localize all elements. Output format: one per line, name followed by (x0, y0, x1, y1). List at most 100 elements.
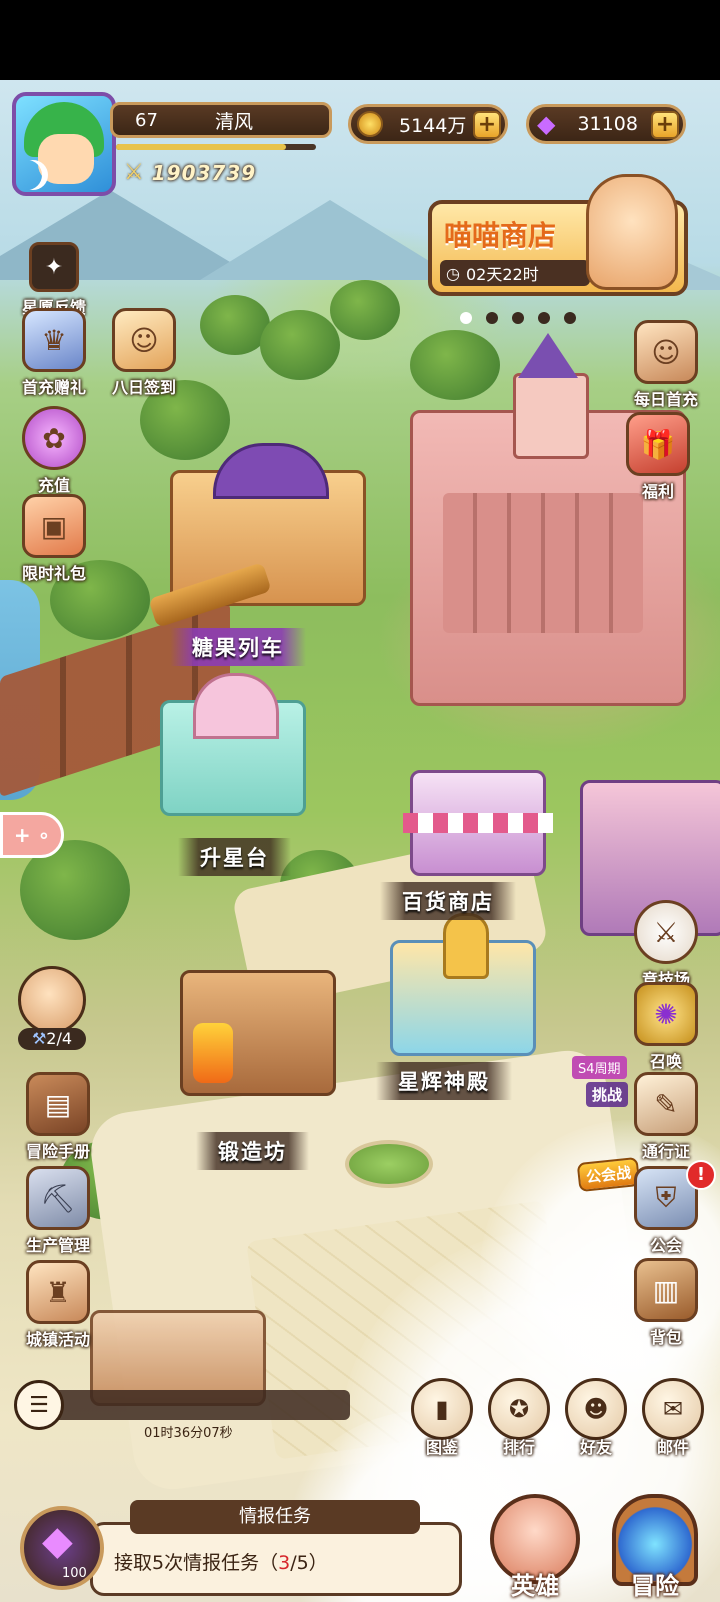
power-value: 1903739 (151, 160, 257, 185)
page-dot[interactable] (538, 312, 550, 324)
production-management-button[interactable]: ⛏ 生产管理 (8, 1166, 108, 1256)
shop-timer: 02天22时 (465, 265, 539, 284)
adventure-label: 冒险 (631, 1572, 679, 1600)
chat-bar-track (44, 1390, 350, 1420)
ranking-medal-icon: ✪ (488, 1378, 550, 1440)
gold-currency: 5144万 + (348, 104, 508, 144)
town-activity-button[interactable]: ♜ 城镇活动 (8, 1260, 108, 1350)
star-card-icon: ✦ (29, 242, 79, 292)
forge-label[interactable]: 锻造坊 (196, 1132, 309, 1170)
player-info-bar: 67 清风 (110, 102, 332, 138)
quest-current: 3 (278, 1552, 291, 1574)
temple-statue (443, 913, 489, 979)
recharge-gems-icon: ✿ (22, 406, 86, 470)
hero-progress-badge: ⚒2/4 (18, 1028, 86, 1050)
gold-coin-icon (357, 111, 383, 137)
arena-button[interactable]: ⚔ 竞技场 (616, 900, 716, 990)
add-gems-button[interactable]: + (651, 111, 679, 139)
gamepad-button[interactable]: + ∘ (0, 812, 64, 858)
chat-bubble-icon: ☰ (29, 1392, 49, 1418)
player-name: 清风 (215, 110, 254, 133)
platform-arch (193, 673, 279, 739)
shovel-icon: ⛏ (26, 1166, 90, 1230)
reward-count: 100 (62, 1566, 87, 1581)
quest-reward[interactable]: ◆ 100 (20, 1506, 104, 1590)
castle-roof (518, 333, 578, 378)
daily-first-recharge-button[interactable]: ☺ 每日首充 (616, 320, 716, 410)
heroes-label: 英雄 (511, 1572, 559, 1600)
adventure-button[interactable]: 冒险 (600, 1494, 710, 1600)
battle-pass-button[interactable]: ✎ 通行证 (616, 1072, 716, 1162)
first-recharge-gift-button[interactable]: ♛ 首充赠礼 (4, 308, 104, 398)
star-temple-label[interactable]: 星辉神殿 (376, 1062, 512, 1100)
daily-recharge-icon: ☺ (634, 320, 698, 384)
star-wish-feedback-button[interactable]: ✦ 星愿反馈 (4, 242, 104, 318)
page-dot[interactable] (512, 312, 524, 324)
chat-timer: 01时36分07秒 (144, 1426, 233, 1441)
chat-bar[interactable]: ☰ 01时36分07秒 (14, 1380, 350, 1441)
friends-icon: ☻ (565, 1378, 627, 1440)
hammer-icon: ⚒ (31, 1029, 47, 1048)
quest-text: 接取5次情报任务（3/5） (114, 1552, 328, 1574)
crossed-swords-icon: ⚔ (124, 160, 144, 185)
player-level: 67 (135, 109, 158, 131)
avatar-moon-icon (18, 160, 48, 190)
star-platform-label[interactable]: 升星台 (178, 838, 291, 876)
exp-bar-fill (116, 144, 286, 150)
fountain (345, 1140, 433, 1188)
guild-alert-badge: ! (686, 1160, 716, 1190)
chat-button[interactable]: ☰ (14, 1380, 64, 1430)
codex-icon: ▮ (411, 1378, 473, 1440)
add-gold-button[interactable]: + (473, 111, 501, 139)
gamepad-icon: + ∘ (13, 823, 51, 847)
department-store-label[interactable]: 百货商店 (380, 882, 516, 920)
forge[interactable] (180, 970, 336, 1096)
store-awning (403, 813, 553, 833)
shop-title: 喵喵商店 (444, 219, 557, 252)
meow-shop-banner[interactable]: 喵喵商店 ◷ 02天22时 (428, 174, 688, 296)
player-avatar[interactable] (12, 92, 116, 196)
first-recharge-icon: ♛ (22, 308, 86, 372)
mail-button[interactable]: ✉ 邮件 (641, 1378, 705, 1458)
pass-scroll-icon: ✎ (634, 1072, 698, 1136)
town-tower-icon: ♜ (26, 1260, 90, 1324)
department-store[interactable] (403, 770, 553, 876)
crossed-swords-icon: ⚔ (634, 900, 698, 964)
gem-amount: 31108 (577, 113, 638, 135)
eight-day-signin-button[interactable]: ☺ 八日签到 (94, 308, 194, 398)
mail-icon: ✉ (642, 1378, 704, 1440)
summon-button[interactable]: ✺ 召唤 (616, 982, 716, 1072)
clock-icon: ◷ (446, 263, 460, 283)
heroes-button[interactable]: 英雄 (480, 1494, 590, 1600)
welfare-button[interactable]: 🎁 福利 (608, 412, 708, 502)
book-icon: ▤ (26, 1072, 90, 1136)
banner-page-dots (460, 312, 576, 324)
candy-train-label[interactable]: 糖果列车 (170, 628, 306, 666)
mountain (200, 200, 460, 280)
backpack-button[interactable]: ▥ 背包 (616, 1258, 716, 1348)
quest-panel[interactable]: 情报任务 接取5次情报任务（3/5） (90, 1500, 462, 1598)
star-temple[interactable] (390, 913, 536, 1056)
hero-progress-text: 2/4 (46, 1029, 73, 1048)
recharge-button[interactable]: ✿ 充值 (4, 406, 104, 496)
shop-timer-box: ◷ 02天22时 (440, 260, 590, 286)
cat-hero-icon (18, 966, 86, 1034)
hero-progress-button[interactable]: ⚒2/4 (18, 966, 90, 1050)
limited-gift-pack-button[interactable]: ▣ 限时礼包 (4, 494, 104, 584)
page-dot[interactable] (486, 312, 498, 324)
diamond-reward-icon: ◆ (42, 1518, 73, 1564)
friends-button[interactable]: ☻ 好友 (564, 1378, 628, 1458)
castle-tower (513, 373, 589, 459)
summon-icon: ✺ (634, 982, 698, 1046)
station-roof (213, 443, 329, 499)
cat-mascot-icon (586, 174, 678, 290)
page-dot-active[interactable] (460, 312, 472, 324)
codex-button[interactable]: ▮ 图鉴 (410, 1378, 474, 1458)
quest-header: 情报任务 (130, 1500, 420, 1534)
page-dot[interactable] (564, 312, 576, 324)
gift-box-icon: ▣ (22, 494, 86, 558)
ranking-button[interactable]: ✪ 排行 (487, 1378, 551, 1458)
status-bar (0, 0, 720, 80)
star-platform[interactable] (160, 673, 306, 816)
adventure-handbook-button[interactable]: ▤ 冒险手册 (8, 1072, 108, 1162)
